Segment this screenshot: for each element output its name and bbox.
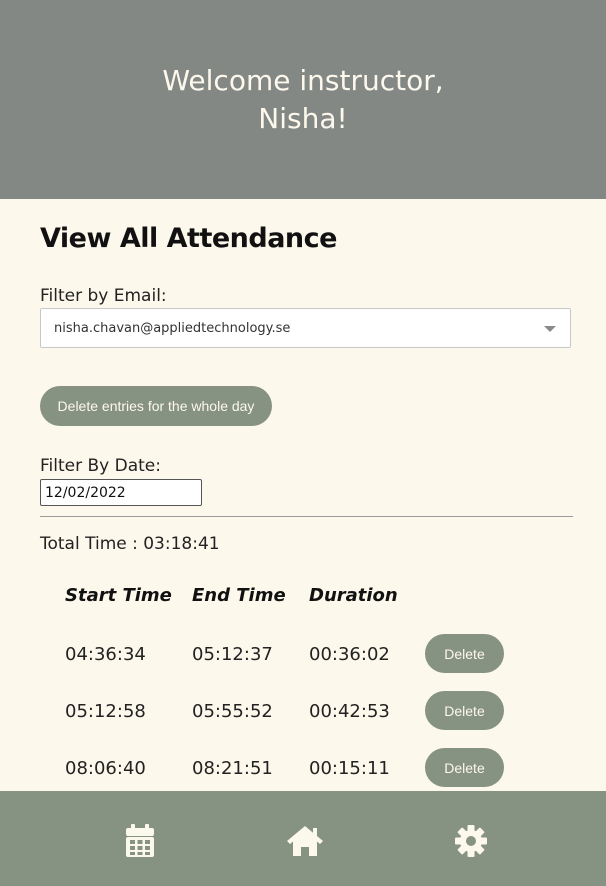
table-header: Start Time End Time Duration xyxy=(65,579,535,619)
page-title: View All Attendance xyxy=(40,223,337,254)
greeting-line-2: Nisha! xyxy=(258,101,348,135)
total-time: Total Time : 03:18:41 xyxy=(40,534,220,554)
filter-date-label: Filter By Date: xyxy=(40,456,161,476)
end-time-cell: 08:21:51 xyxy=(192,758,273,779)
greeting-line-1: Welcome instructor, xyxy=(162,63,444,97)
delete-row-button[interactable]: Delete xyxy=(425,634,504,673)
divider xyxy=(40,516,573,517)
chevron-down-icon xyxy=(544,326,556,332)
table-row: 08:06:40 08:21:51 00:15:11 Delete xyxy=(65,748,535,788)
duration-cell: 00:36:02 xyxy=(309,644,390,665)
date-filter-input[interactable]: 12/02/2022 xyxy=(40,479,202,506)
end-time-cell: 05:12:37 xyxy=(192,644,273,665)
start-time-cell: 08:06:40 xyxy=(65,758,146,779)
table-row: 04:36:34 05:12:37 00:36:02 Delete xyxy=(65,634,535,674)
table-row: 05:12:58 05:55:52 00:42:53 Delete xyxy=(65,691,535,731)
header-start-time: Start Time xyxy=(65,585,172,606)
delete-row-button[interactable]: Delete xyxy=(425,691,504,730)
gear-icon xyxy=(455,825,487,857)
email-filter-select[interactable]: nisha.chavan@appliedtechnology.se xyxy=(40,308,571,348)
calendar-icon xyxy=(126,824,154,857)
duration-cell: 00:15:11 xyxy=(309,758,390,779)
start-time-cell: 04:36:34 xyxy=(65,644,146,665)
filter-email-label: Filter by Email: xyxy=(40,286,167,306)
welcome-header: Welcome instructor, Nisha! xyxy=(0,0,606,199)
nav-settings[interactable] xyxy=(451,821,491,861)
header-end-time: End Time xyxy=(192,585,286,606)
nav-home[interactable] xyxy=(285,821,325,861)
delete-whole-day-button[interactable]: Delete entries for the whole day xyxy=(40,386,272,426)
end-time-cell: 05:55:52 xyxy=(192,701,273,722)
bottom-navigation xyxy=(0,791,606,886)
duration-cell: 00:42:53 xyxy=(309,701,390,722)
email-select-value: nisha.chavan@appliedtechnology.se xyxy=(54,320,291,336)
delete-row-button[interactable]: Delete xyxy=(425,748,504,787)
nav-calendar[interactable] xyxy=(120,821,160,861)
home-icon xyxy=(287,826,323,856)
start-time-cell: 05:12:58 xyxy=(65,701,146,722)
header-duration: Duration xyxy=(309,585,398,606)
